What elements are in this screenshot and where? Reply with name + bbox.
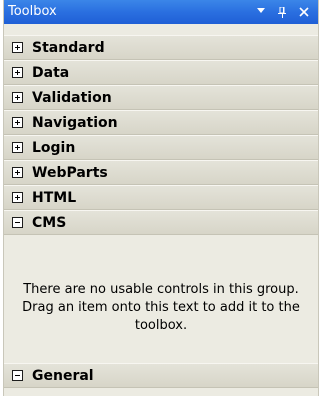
group-header-webparts[interactable]: WebParts: [4, 160, 318, 185]
chevron-down-icon[interactable]: [252, 0, 270, 24]
expand-icon[interactable]: [12, 67, 23, 78]
group-label: Standard: [32, 40, 105, 56]
toolbox-title-bar[interactable]: Toolbox: [4, 0, 318, 24]
expand-icon[interactable]: [12, 42, 23, 53]
expand-icon[interactable]: [12, 117, 23, 128]
group-header-validation[interactable]: Validation: [4, 85, 318, 110]
pin-icon[interactable]: [273, 0, 291, 24]
group-label: Data: [32, 65, 70, 81]
group-header-standard[interactable]: Standard: [4, 35, 318, 60]
group-label: Navigation: [32, 115, 118, 131]
empty-group-message: There are no usable controls in this gro…: [22, 282, 300, 333]
window-title: Toolbox: [8, 4, 57, 19]
group-header-cms[interactable]: CMS: [4, 210, 318, 235]
group-header-data[interactable]: Data: [4, 60, 318, 85]
group-header-navigation[interactable]: Navigation: [4, 110, 318, 135]
group-label: General: [32, 368, 94, 384]
expand-icon[interactable]: [12, 92, 23, 103]
cms-group-content[interactable]: There are no usable controls in this gro…: [4, 235, 318, 363]
collapse-icon[interactable]: [12, 370, 23, 381]
group-header-login[interactable]: Login: [4, 135, 318, 160]
expand-icon[interactable]: [12, 142, 23, 153]
group-header-html[interactable]: HTML: [4, 185, 318, 210]
toolbox-panel: Toolbox Standard Data Validation Navigat…: [3, 0, 319, 396]
collapse-icon[interactable]: [12, 217, 23, 228]
group-label: Login: [32, 140, 76, 156]
group-label: WebParts: [32, 165, 108, 181]
close-icon[interactable]: [295, 0, 313, 24]
group-label: Validation: [32, 90, 112, 106]
group-label: CMS: [32, 215, 67, 231]
group-header-general[interactable]: General: [4, 363, 318, 388]
expand-icon[interactable]: [12, 192, 23, 203]
expand-icon[interactable]: [12, 167, 23, 178]
group-label: HTML: [32, 190, 77, 206]
